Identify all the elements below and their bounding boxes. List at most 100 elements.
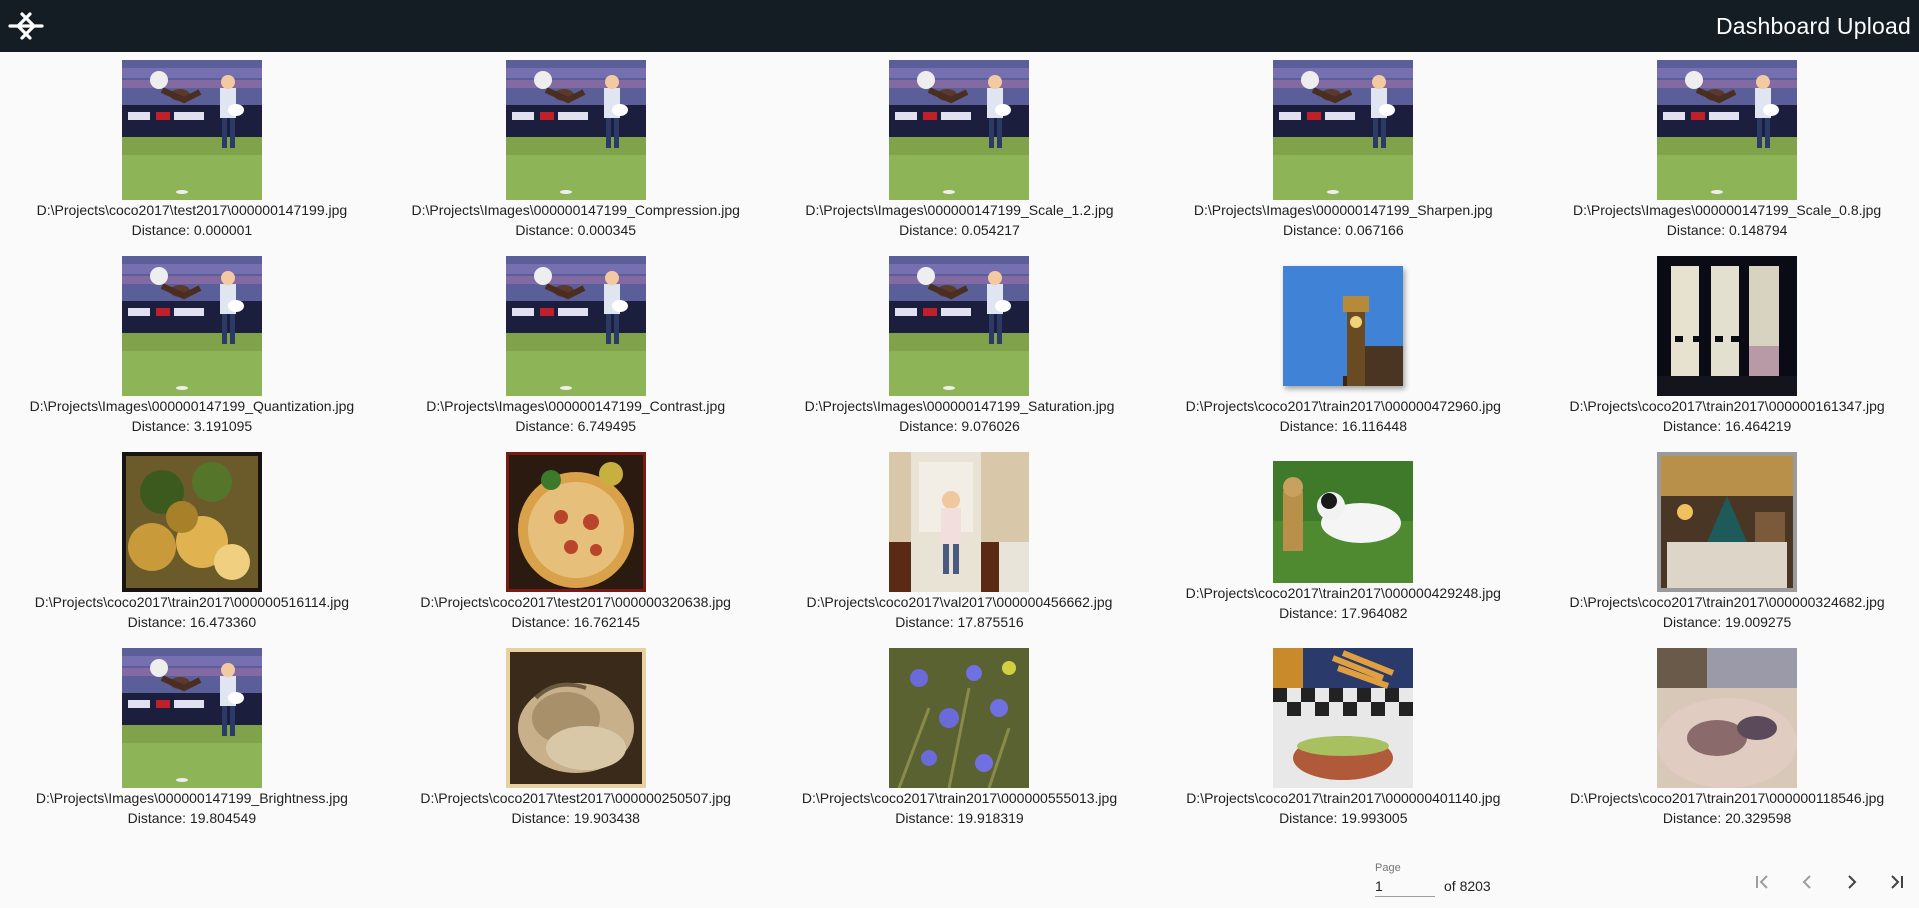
thumbnail-container	[505, 648, 646, 788]
result-distance: Distance: 17.875516	[895, 614, 1024, 630]
result-card[interactable]: D:\Projects\Images\000000147199_Brightne…	[0, 640, 384, 836]
result-thumbnail[interactable]	[1273, 648, 1414, 788]
result-path: D:\Projects\coco2017\val2017\00000045666…	[806, 594, 1113, 610]
page-field: Page	[1375, 862, 1437, 897]
thumbnail-container	[121, 256, 262, 396]
page-label: Page	[1375, 862, 1401, 874]
thumbnail-container	[889, 60, 1030, 200]
result-path: D:\Projects\coco2017\test2017\0000002505…	[420, 790, 731, 806]
result-card[interactable]: D:\Projects\coco2017\val2017\00000045666…	[768, 444, 1152, 640]
result-thumbnail[interactable]	[505, 60, 646, 200]
result-distance: Distance: 20.329598	[1662, 810, 1792, 826]
result-distance: Distance: 0.148794	[1666, 222, 1788, 238]
result-thumbnail[interactable]	[889, 452, 1030, 592]
result-distance: Distance: 0.000001	[131, 222, 253, 238]
thumbnail-container	[1273, 648, 1414, 788]
last-page-icon	[1890, 875, 1903, 889]
result-thumbnail[interactable]	[1657, 452, 1798, 592]
next-page-button[interactable]	[1832, 862, 1872, 902]
result-card[interactable]: D:\Projects\Images\000000147199_Saturati…	[768, 248, 1152, 444]
thumbnail-container	[1273, 452, 1414, 592]
result-thumbnail[interactable]	[505, 256, 646, 396]
thumbnail-container	[1657, 648, 1798, 788]
result-thumbnail[interactable]	[1657, 256, 1798, 396]
result-distance: Distance: 3.191095	[131, 418, 253, 434]
result-card[interactable]: D:\Projects\coco2017\train2017\000000118…	[1535, 640, 1919, 836]
page-count: of 8203	[1444, 878, 1491, 894]
result-thumbnail[interactable]	[1657, 60, 1798, 200]
result-card[interactable]: D:\Projects\coco2017\train2017\000000555…	[768, 640, 1152, 836]
result-card[interactable]: D:\Projects\coco2017\test2017\0000002505…	[384, 640, 768, 836]
result-path: D:\Projects\coco2017\test2017\0000001471…	[36, 202, 348, 218]
last-page-button[interactable]	[1877, 862, 1917, 902]
previous-page-button[interactable]	[1787, 862, 1827, 902]
result-distance: Distance: 19.918319	[895, 810, 1024, 826]
result-card[interactable]: D:\Projects\coco2017\test2017\0000001471…	[0, 52, 384, 248]
result-distance: Distance: 0.067166	[1282, 222, 1404, 238]
result-card[interactable]: D:\Projects\coco2017\train2017\000000516…	[0, 444, 384, 640]
result-path: D:\Projects\Images\000000147199_Scale_1.…	[805, 202, 1114, 218]
result-thumbnail[interactable]	[121, 60, 262, 200]
result-path: D:\Projects\Images\000000147199_Saturati…	[804, 398, 1115, 414]
result-distance: Distance: 19.009275	[1662, 614, 1792, 630]
result-thumbnail[interactable]	[505, 452, 646, 592]
result-thumbnail[interactable]	[1273, 60, 1414, 200]
result-thumbnail[interactable]	[889, 648, 1030, 788]
result-thumbnail[interactable]	[505, 648, 646, 788]
thumbnail-container	[1657, 256, 1798, 396]
thumbnail-container	[889, 648, 1030, 788]
result-distance: Distance: 17.964082	[1279, 605, 1408, 621]
first-page-button[interactable]	[1742, 862, 1782, 902]
app-title: Dashboard Upload	[1716, 12, 1911, 39]
result-thumbnail[interactable]	[121, 256, 262, 396]
result-card[interactable]: D:\Projects\coco2017\train2017\000000401…	[1151, 640, 1535, 836]
result-card[interactable]: D:\Projects\coco2017\train2017\000000472…	[1151, 248, 1535, 444]
chevron-right-icon	[1847, 875, 1856, 889]
result-card[interactable]: D:\Projects\Images\000000147199_Scale_0.…	[1535, 52, 1919, 248]
pagination-buttons	[1739, 860, 1919, 904]
result-path: D:\Projects\Images\000000147199_Brightne…	[35, 790, 348, 806]
result-thumbnail[interactable]	[889, 60, 1030, 200]
thumbnail-container	[121, 60, 262, 200]
result-thumbnail[interactable]	[1273, 461, 1414, 583]
result-card[interactable]: D:\Projects\Images\000000147199_Sharpen.…	[1151, 52, 1535, 248]
result-card[interactable]: D:\Projects\Images\000000147199_Quantiza…	[0, 248, 384, 444]
result-thumbnail[interactable]	[121, 452, 262, 592]
page-input[interactable]	[1375, 874, 1435, 897]
result-card[interactable]: D:\Projects\Images\000000147199_Scale_1.…	[768, 52, 1152, 248]
result-path: D:\Projects\coco2017\train2017\000000472…	[1185, 398, 1501, 414]
result-card[interactable]: D:\Projects\coco2017\train2017\000000429…	[1151, 444, 1535, 640]
thumbnail-container	[1273, 60, 1414, 200]
thumbnail-container	[1657, 452, 1798, 592]
result-card[interactable]: D:\Projects\coco2017\train2017\000000324…	[1535, 444, 1919, 640]
result-distance: Distance: 19.993005	[1279, 810, 1408, 826]
result-distance: Distance: 6.749495	[515, 418, 637, 434]
result-path: D:\Projects\coco2017\test2017\0000003206…	[420, 594, 731, 610]
result-card[interactable]: D:\Projects\Images\000000147199_Compress…	[384, 52, 768, 248]
result-card[interactable]: D:\Projects\Images\000000147199_Contrast…	[384, 248, 768, 444]
result-thumbnail[interactable]	[1283, 266, 1404, 386]
thumbnail-container	[121, 452, 262, 592]
result-thumbnail[interactable]	[1657, 648, 1798, 788]
app-toolbar: Dashboard Upload	[0, 0, 1919, 52]
results-grid: D:\Projects\coco2017\test2017\0000001471…	[0, 52, 1919, 836]
result-distance: Distance: 0.000345	[515, 222, 637, 238]
result-distance: Distance: 16.116448	[1279, 418, 1407, 434]
thumbnail-container	[1273, 256, 1413, 396]
result-path: D:\Projects\Images\000000147199_Quantiza…	[29, 398, 355, 414]
logo-icon[interactable]	[4, 4, 48, 48]
thumbnail-container	[1657, 60, 1798, 200]
result-card[interactable]: D:\Projects\coco2017\train2017\000000161…	[1535, 248, 1919, 444]
thumbnail-container	[889, 452, 1030, 592]
result-path: D:\Projects\Images\000000147199_Compress…	[411, 202, 740, 218]
result-distance: Distance: 19.903438	[511, 810, 640, 826]
result-card[interactable]: D:\Projects\coco2017\test2017\0000003206…	[384, 444, 768, 640]
thumbnail-container	[505, 60, 646, 200]
result-path: D:\Projects\coco2017\train2017\000000401…	[1186, 790, 1501, 806]
result-thumbnail[interactable]	[889, 256, 1030, 396]
result-thumbnail[interactable]	[121, 648, 262, 788]
result-path: D:\Projects\Images\000000147199_Scale_0.…	[1572, 202, 1882, 218]
result-path: D:\Projects\coco2017\train2017\000000555…	[801, 790, 1118, 806]
result-path: D:\Projects\Images\000000147199_Contrast…	[426, 398, 726, 414]
result-path: D:\Projects\coco2017\train2017\000000161…	[1569, 398, 1885, 414]
